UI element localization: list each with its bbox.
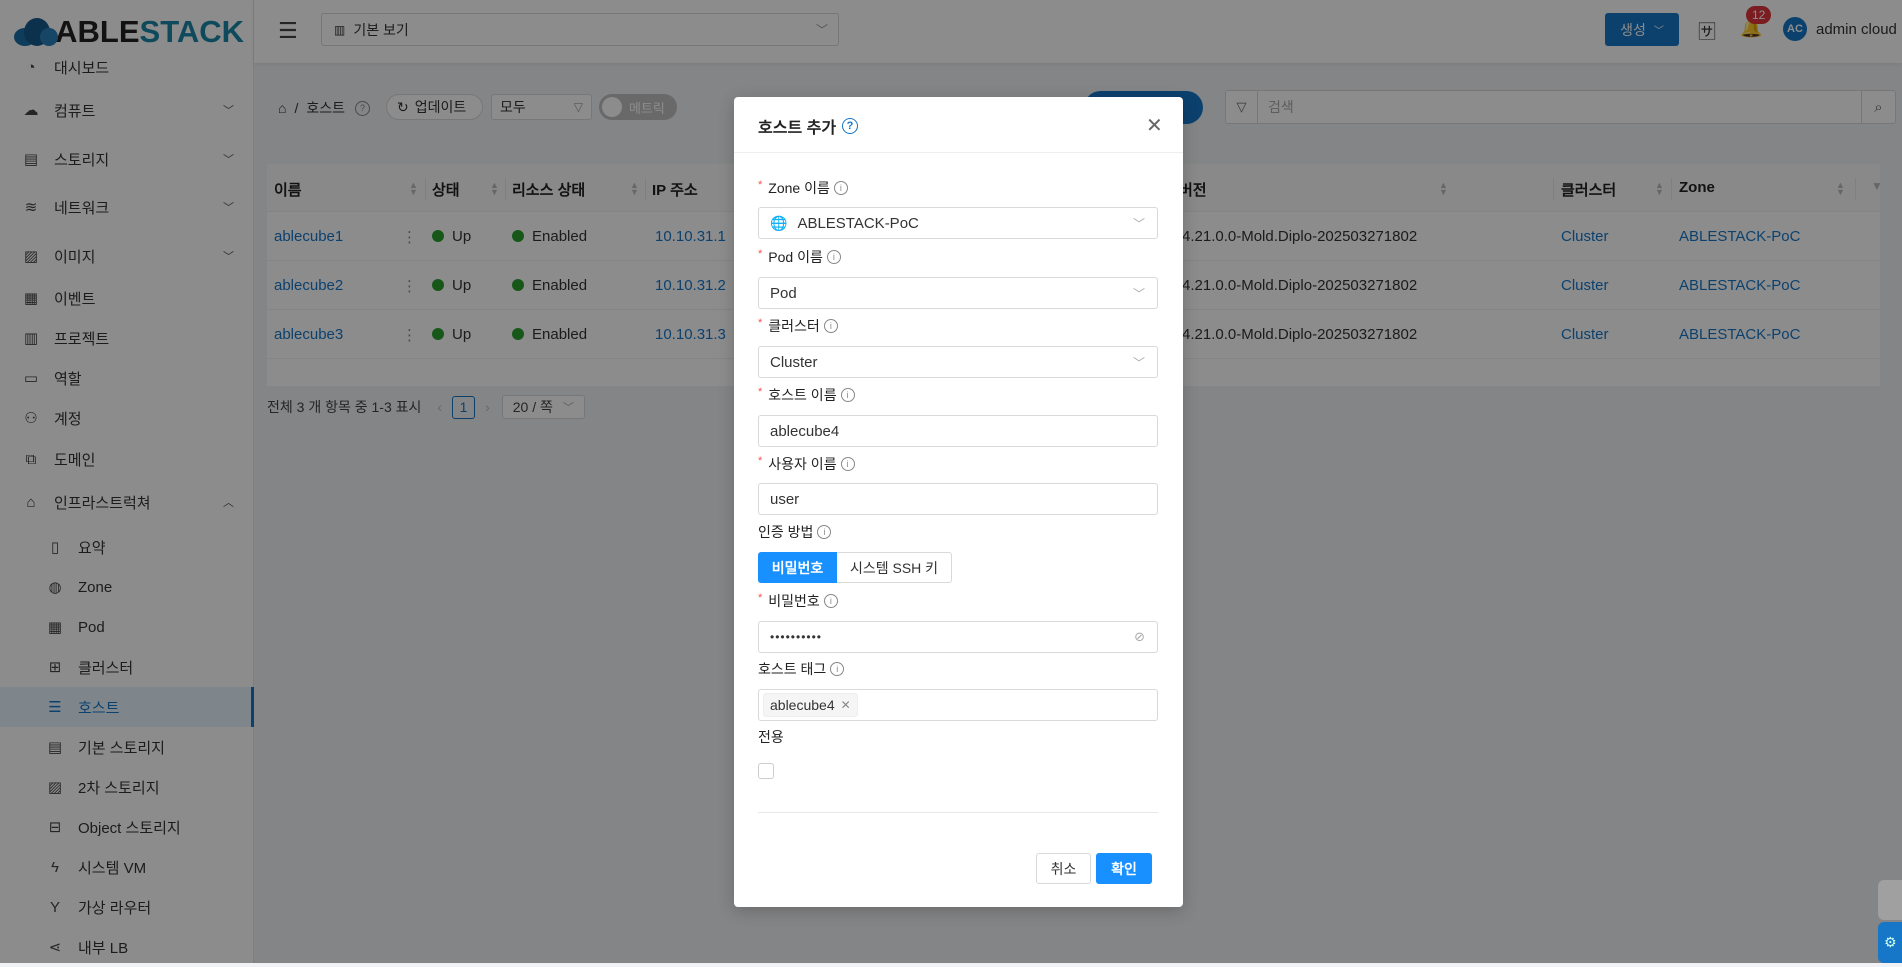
tag-close-icon[interactable]: ✕ <box>841 698 851 712</box>
auth-ssh-key-option[interactable]: 시스템 SSH 키 <box>837 552 952 583</box>
info-icon[interactable]: i <box>830 662 845 676</box>
cluster-select[interactable]: Cluster ﹀ <box>758 346 1158 378</box>
info-icon[interactable]: i <box>823 594 838 608</box>
info-icon[interactable]: i <box>833 181 848 195</box>
info-icon[interactable]: i <box>840 457 855 471</box>
password-input[interactable]: •••••••••• ⊘ <box>758 621 1158 653</box>
eye-invisible-icon[interactable]: ⊘ <box>1134 629 1145 645</box>
pod-label: * Pod 이름 i <box>758 247 841 267</box>
username-label: * 사용자 이름 i <box>758 454 855 474</box>
chevron-down-icon: ﹀ <box>1132 216 1145 231</box>
cancel-button[interactable]: 취소 <box>1036 853 1091 884</box>
ok-button[interactable]: 확인 <box>1096 853 1152 884</box>
host-tags-input[interactable]: ablecube4 ✕ <box>758 689 1158 721</box>
cluster-label: * 클러스터 i <box>758 316 838 336</box>
question-icon[interactable]: ? <box>842 118 859 134</box>
floating-calendar-button[interactable] <box>1878 880 1902 920</box>
dialog-title: 호스트 추가? <box>758 114 859 138</box>
pod-value: Pod <box>770 284 797 302</box>
hostname-label: * 호스트 이름 i <box>758 385 855 405</box>
username-input[interactable]: user <box>758 483 1158 515</box>
divider <box>734 152 1183 153</box>
dedicated-checkbox[interactable] <box>758 763 774 779</box>
host-tags-label: 호스트 태그 i <box>758 659 845 679</box>
pod-select[interactable]: Pod ﹀ <box>758 277 1158 309</box>
hostname-input[interactable]: ablecube4 <box>758 415 1158 447</box>
close-icon[interactable]: ✕ <box>1146 113 1163 138</box>
info-icon[interactable]: i <box>840 388 855 402</box>
floating-settings-button[interactable]: ⚙ <box>1878 922 1902 963</box>
info-icon[interactable]: i <box>823 319 838 333</box>
globe-icon: 🌐 <box>770 214 788 231</box>
password-value: •••••••••• <box>770 630 823 644</box>
chevron-down-icon: ﹀ <box>1132 286 1145 301</box>
zone-select[interactable]: 🌐 ABLESTACK-PoC ﹀ <box>758 207 1158 239</box>
gear-icon: ⚙ <box>1884 934 1897 950</box>
zone-label: * Zone 이름 i <box>758 178 848 198</box>
zone-value: ABLESTACK-PoC <box>797 214 919 232</box>
host-tag-label: ablecube4 <box>770 697 835 713</box>
divider <box>758 812 1158 813</box>
info-icon[interactable]: i <box>826 250 841 264</box>
host-tag: ablecube4 ✕ <box>763 693 858 717</box>
hostname-value: ablecube4 <box>770 422 840 440</box>
cluster-value: Cluster <box>770 353 818 371</box>
dialog-title-text: 호스트 추가 <box>758 120 837 137</box>
dedicated-label: 전용 <box>758 729 784 745</box>
chevron-down-icon: ﹀ <box>1132 355 1145 370</box>
auth-password-option[interactable]: 비밀번호 <box>758 552 837 583</box>
auth-method-label: 인증 방법 i <box>758 522 832 542</box>
password-label: * 비밀번호 i <box>758 591 838 611</box>
info-icon[interactable]: i <box>817 525 832 539</box>
username-value: user <box>770 490 800 508</box>
add-host-dialog: 호스트 추가? ✕ * Zone 이름 i 🌐 ABLESTACK-PoC ﹀ * Pod… <box>734 97 1183 907</box>
